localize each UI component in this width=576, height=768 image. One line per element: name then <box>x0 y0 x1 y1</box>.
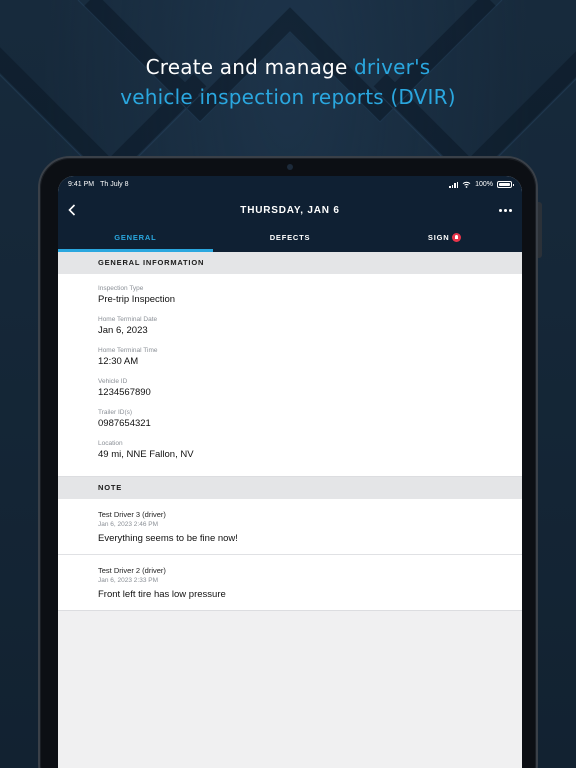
field-vehicle-id: Vehicle ID 1234567890 <box>98 377 522 399</box>
note-author: Test Driver 2 (driver) <box>98 566 166 575</box>
tab-general[interactable]: GENERAL <box>58 227 213 252</box>
general-section-header: GENERAL INFORMATION <box>58 252 522 274</box>
tab-bar: GENERAL DEFECTS SIGN <box>58 227 522 252</box>
tablet-frame: 9:41 PM Th July 8 100% THURSDAY, JAN 6 G… <box>38 156 542 768</box>
tab-sign-label: SIGN <box>427 233 450 242</box>
alert-icon <box>452 232 462 242</box>
general-info-list: Inspection Type Pre-trip Inspection Home… <box>58 274 522 477</box>
camera-icon <box>287 164 293 170</box>
note-author: Test Driver 3 (driver) <box>98 510 166 519</box>
list-item: Test Driver 2 (driver) Jan 6, 2023 2:33 … <box>58 555 522 610</box>
page-title: THURSDAY, JAN 6 <box>240 204 340 216</box>
status-date: Th July 8 <box>100 181 129 188</box>
wifi-icon <box>462 181 471 188</box>
note-text: Front left tire has low pressure <box>98 589 226 600</box>
field-label: Home Terminal Time <box>98 347 158 354</box>
tablet-side-button <box>538 202 542 258</box>
status-bar: 9:41 PM Th July 8 100% <box>58 176 522 193</box>
field-value: 0987654321 <box>98 418 151 429</box>
headline-line2: vehicle inspection reports (DVIR) <box>120 85 456 109</box>
tab-sign[interactable]: SIGN <box>367 227 522 252</box>
back-arrow-icon[interactable] <box>68 203 80 217</box>
tab-defects[interactable]: DEFECTS <box>213 227 368 252</box>
headline-accent: driver's <box>354 55 431 79</box>
note-timestamp: Jan 6, 2023 2:46 PM <box>98 521 158 528</box>
note-text: Everything seems to be fine now! <box>98 533 238 544</box>
field-value: 1234567890 <box>98 387 151 398</box>
field-value: Jan 6, 2023 <box>98 325 148 336</box>
app-screen: 9:41 PM Th July 8 100% THURSDAY, JAN 6 G… <box>58 176 522 768</box>
field-label: Inspection Type <box>98 285 144 292</box>
signal-icon <box>449 181 459 188</box>
notes-list: Test Driver 3 (driver) Jan 6, 2023 2:46 … <box>58 499 522 611</box>
nav-bar: THURSDAY, JAN 6 <box>58 193 522 227</box>
field-trailer-ids: Trailer ID(s) 0987654321 <box>98 408 522 430</box>
note-section-header: NOTE <box>58 477 522 499</box>
more-options-icon[interactable] <box>499 208 512 212</box>
status-time: 9:41 PM <box>68 181 95 188</box>
headline-line1: Create and manage <box>145 55 355 79</box>
field-label: Trailer ID(s) <box>98 409 133 416</box>
battery-icon <box>497 181 514 188</box>
field-value: Pre-trip Inspection <box>98 294 176 305</box>
note-timestamp: Jan 6, 2023 2:33 PM <box>98 577 158 584</box>
field-label: Location <box>98 440 123 447</box>
field-value: 49 mi, NNE Fallon, NV <box>98 449 194 460</box>
field-label: Home Terminal Date <box>98 316 158 323</box>
tab-general-label: GENERAL <box>114 233 157 242</box>
field-label: Vehicle ID <box>98 378 128 385</box>
field-value: 12:30 AM <box>98 356 139 367</box>
battery-percent: 100% <box>475 181 493 188</box>
report-content: GENERAL INFORMATION Inspection Type Pre-… <box>58 252 522 611</box>
field-inspection-type: Inspection Type Pre-trip Inspection <box>98 284 522 306</box>
tab-defects-label: DEFECTS <box>269 233 311 242</box>
list-item: Test Driver 3 (driver) Jan 6, 2023 2:46 … <box>58 499 522 555</box>
promo-headline: Create and manage driver's vehicle inspe… <box>0 52 576 112</box>
field-location: Location 49 mi, NNE Fallon, NV <box>98 439 522 461</box>
field-home-terminal-time: Home Terminal Time 12:30 AM <box>98 346 522 368</box>
field-home-terminal-date: Home Terminal Date Jan 6, 2023 <box>98 315 522 337</box>
